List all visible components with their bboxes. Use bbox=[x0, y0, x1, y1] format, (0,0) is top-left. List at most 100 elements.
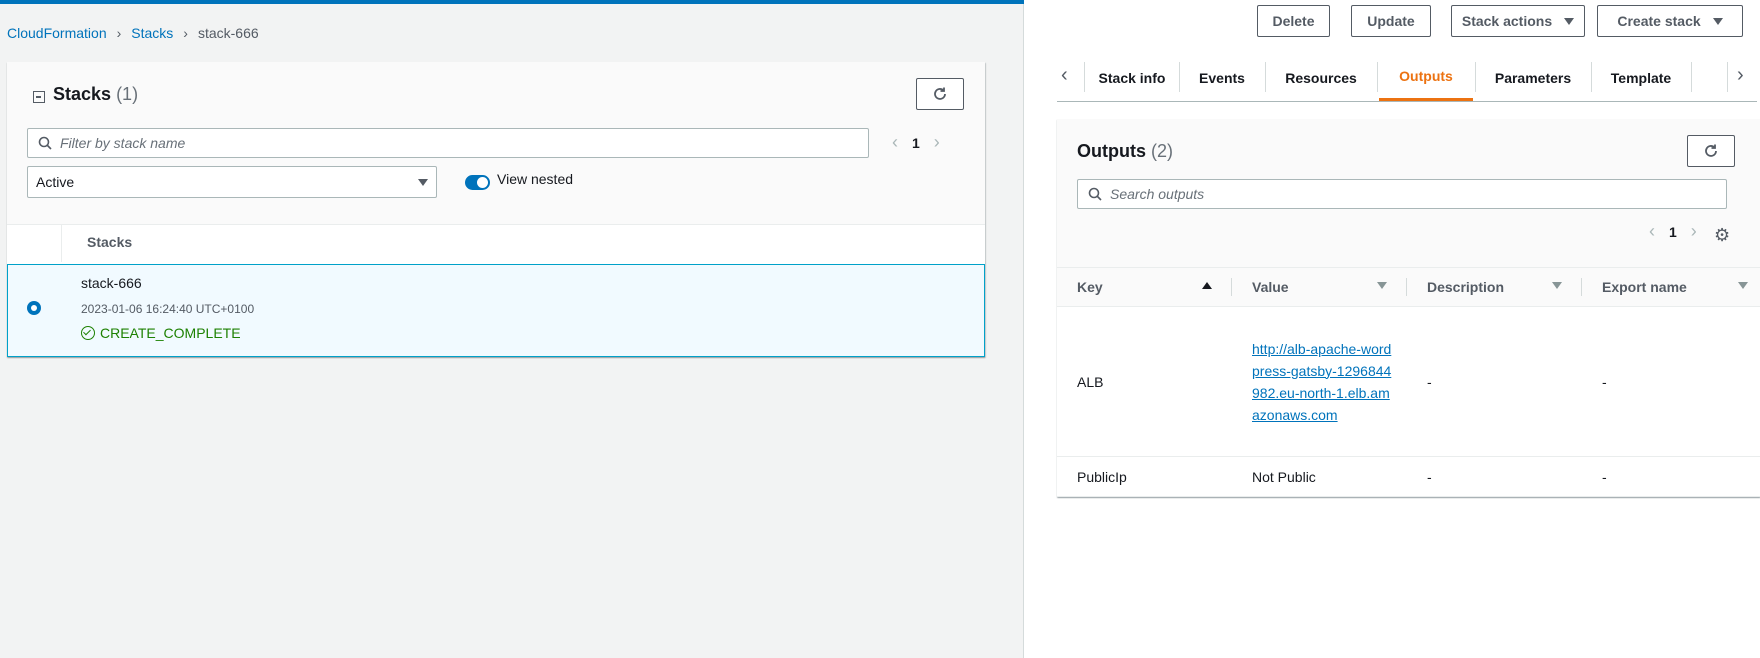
stacks-page-number[interactable]: 1 bbox=[912, 135, 920, 151]
chevron-left-icon[interactable]: ‹ bbox=[892, 132, 898, 153]
output-key: ALB bbox=[1057, 306, 1232, 457]
outputs-search-input[interactable] bbox=[1108, 185, 1696, 203]
delete-button-label: Delete bbox=[1272, 13, 1315, 29]
column-header-value-label: Value bbox=[1252, 279, 1289, 295]
stacks-count: (1) bbox=[116, 84, 139, 104]
search-icon bbox=[38, 136, 52, 150]
table-row: PublicIp Not Public - - bbox=[1057, 456, 1760, 497]
outputs-pagination: ‹ 1 › bbox=[1649, 221, 1697, 242]
outputs-search-wrapper[interactable] bbox=[1077, 179, 1727, 209]
column-header-description[interactable]: Description bbox=[1407, 267, 1582, 307]
output-key: PublicIp bbox=[1057, 456, 1232, 497]
output-value: Not Public bbox=[1232, 456, 1407, 497]
stacks-refresh-button[interactable] bbox=[916, 78, 964, 110]
column-header-value[interactable]: Value bbox=[1232, 267, 1407, 307]
breadcrumb-separator-icon: › bbox=[183, 25, 188, 41]
view-nested-label: View nested bbox=[497, 171, 574, 187]
tab-stack-info[interactable]: Stack info bbox=[1087, 54, 1177, 101]
output-export-name: - bbox=[1582, 456, 1760, 497]
column-header-description-label: Description bbox=[1427, 279, 1505, 295]
outputs-page-number[interactable]: 1 bbox=[1669, 224, 1677, 240]
sort-icon bbox=[1552, 282, 1562, 289]
chevron-right-icon[interactable]: › bbox=[1737, 64, 1744, 87]
update-button-label: Update bbox=[1367, 13, 1415, 29]
column-header-export-name-label: Export name bbox=[1602, 279, 1687, 295]
tab-outputs[interactable]: Outputs bbox=[1379, 54, 1473, 101]
tab-parameters[interactable]: Parameters bbox=[1477, 54, 1589, 101]
caret-down-icon bbox=[1712, 17, 1723, 25]
stacks-pane: CloudFormation › Stacks › stack-666 Stac… bbox=[0, 0, 1024, 658]
collapse-icon[interactable] bbox=[33, 91, 45, 103]
tab-divider bbox=[1265, 62, 1266, 92]
chevron-left-icon[interactable]: ‹ bbox=[1061, 64, 1068, 87]
outputs-panel: Outputs (2) ‹ 1 › ⚙ bbox=[1057, 119, 1760, 497]
column-header-export-name[interactable]: Export name bbox=[1582, 267, 1760, 307]
caret-down-icon bbox=[418, 178, 428, 186]
stacks-title-text: Stacks bbox=[53, 84, 112, 104]
update-button[interactable]: Update bbox=[1351, 5, 1431, 37]
stack-actions-button[interactable]: Stack actions bbox=[1451, 5, 1585, 37]
create-stack-button[interactable]: Create stack bbox=[1597, 5, 1743, 37]
outputs-title: Outputs (2) bbox=[1077, 141, 1173, 162]
stacks-panel: Stacks (1) ‹ 1 › Active bbox=[7, 62, 985, 357]
refresh-icon bbox=[934, 87, 946, 100]
stacks-title: Stacks (1) bbox=[53, 84, 138, 105]
refresh-icon bbox=[1705, 144, 1717, 157]
top-accent-bar bbox=[0, 0, 1024, 4]
tab-divider bbox=[1084, 62, 1085, 92]
tab-divider bbox=[1377, 62, 1378, 92]
outputs-refresh-button[interactable] bbox=[1687, 135, 1735, 167]
output-description: - bbox=[1407, 456, 1582, 497]
settings-icon[interactable]: ⚙ bbox=[1714, 225, 1730, 246]
stacks-column-header: Stacks bbox=[87, 234, 133, 250]
breadcrumb-current: stack-666 bbox=[197, 25, 259, 41]
stack-status-filter-value: Active bbox=[36, 174, 75, 190]
success-icon bbox=[81, 326, 95, 340]
chevron-left-icon[interactable]: ‹ bbox=[1649, 221, 1655, 242]
stacks-panel-header: Stacks (1) ‹ 1 › Active bbox=[7, 62, 985, 225]
breadcrumb-separator-icon: › bbox=[116, 25, 122, 41]
output-description: - bbox=[1407, 306, 1582, 457]
view-nested-toggle[interactable] bbox=[465, 175, 490, 190]
caret-down-icon bbox=[1564, 17, 1575, 25]
stack-status-filter[interactable]: Active bbox=[27, 166, 437, 198]
tab-events[interactable]: Events bbox=[1181, 54, 1263, 101]
stacks-pagination: ‹ 1 › bbox=[892, 132, 940, 153]
tab-divider bbox=[1591, 62, 1592, 92]
output-value-link[interactable]: http://alb-apache-wordpress-gatsby-12968… bbox=[1252, 338, 1395, 426]
outputs-table: Key Value Description Export name ALB ht… bbox=[1057, 267, 1760, 497]
sort-icon bbox=[1377, 282, 1387, 289]
breadcrumb-cloudformation[interactable]: CloudFormation bbox=[7, 25, 107, 41]
tab-divider bbox=[1179, 62, 1180, 92]
chevron-right-icon[interactable]: › bbox=[1691, 221, 1697, 242]
tab-resources[interactable]: Resources bbox=[1267, 54, 1375, 101]
stack-name: stack-666 bbox=[81, 275, 142, 291]
tab-divider bbox=[1475, 62, 1476, 92]
column-divider bbox=[61, 224, 62, 262]
breadcrumb: CloudFormation › Stacks › stack-666 bbox=[7, 25, 259, 41]
tab-divider bbox=[1691, 62, 1692, 92]
stack-created-time: 2023-01-06 16:24:40 UTC+0100 bbox=[81, 302, 255, 316]
table-row[interactable]: stack-666 2023-01-06 16:24:40 UTC+0100 C… bbox=[7, 264, 985, 357]
search-icon bbox=[1088, 187, 1102, 201]
stack-detail-pane: Delete Update Stack actions Create stack… bbox=[1025, 0, 1760, 658]
stack-status: CREATE_COMPLETE bbox=[81, 325, 241, 341]
tab-template[interactable]: Template bbox=[1593, 54, 1689, 101]
outputs-count: (2) bbox=[1151, 141, 1174, 161]
delete-button[interactable]: Delete bbox=[1257, 5, 1330, 37]
column-header-key[interactable]: Key bbox=[1057, 267, 1232, 307]
stack-filter-input-wrapper[interactable] bbox=[27, 128, 869, 158]
chevron-right-icon[interactable]: › bbox=[934, 132, 940, 153]
sort-ascending-icon bbox=[1202, 282, 1212, 289]
output-export-name: - bbox=[1582, 306, 1760, 457]
table-row: ALB http://alb-apache-wordpress-gatsby-1… bbox=[1057, 306, 1760, 457]
stack-status-text: CREATE_COMPLETE bbox=[100, 325, 241, 341]
output-value-cell: http://alb-apache-wordpress-gatsby-12968… bbox=[1232, 306, 1407, 457]
detail-tabs: ‹ Stack info Events Resources Outputs Pa… bbox=[1057, 54, 1757, 102]
stack-filter-input[interactable] bbox=[58, 134, 818, 152]
sort-icon bbox=[1738, 282, 1748, 289]
breadcrumb-stacks[interactable]: Stacks bbox=[131, 25, 173, 41]
row-radio-selected[interactable] bbox=[27, 301, 41, 315]
outputs-title-text: Outputs bbox=[1077, 141, 1146, 161]
stack-actions-label: Stack actions bbox=[1461, 13, 1553, 29]
